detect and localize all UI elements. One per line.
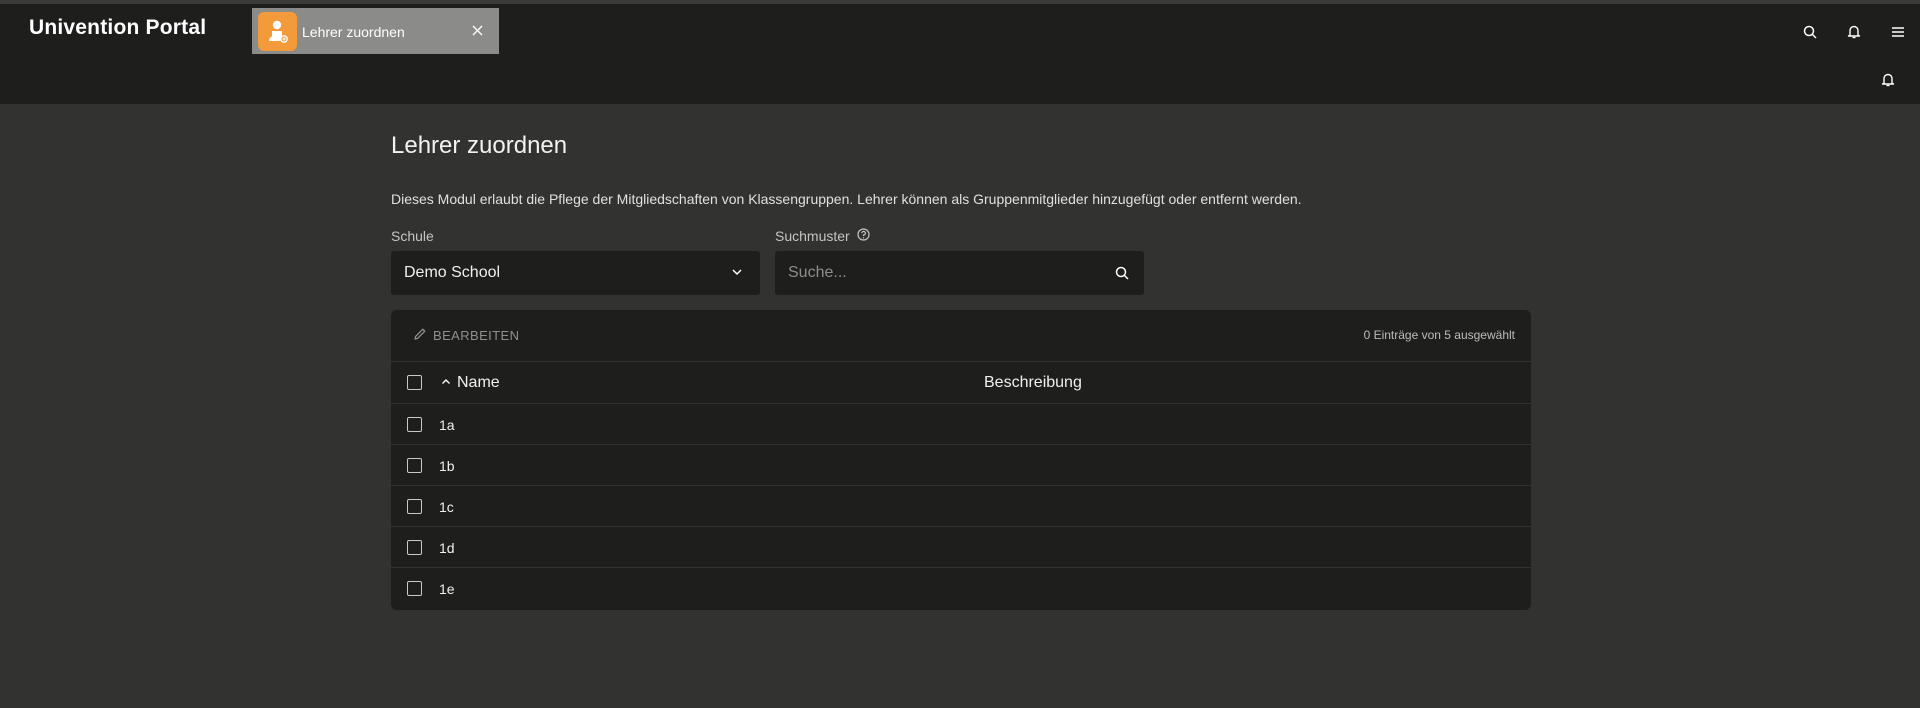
search-field xyxy=(775,251,1144,295)
search-icon[interactable] xyxy=(1788,10,1832,54)
menu-icon[interactable] xyxy=(1876,10,1920,54)
column-header-name-label: Name xyxy=(457,374,500,391)
search-icon[interactable] xyxy=(1112,263,1132,283)
edit-button[interactable]: BEARBEITEN xyxy=(413,327,519,344)
search-pattern-label-text: Suchmuster xyxy=(775,228,850,244)
column-header-name[interactable]: Name xyxy=(441,374,500,392)
row-checkbox[interactable] xyxy=(407,581,422,596)
table-row[interactable]: 1d xyxy=(391,527,1531,568)
row-checkbox[interactable] xyxy=(407,458,422,473)
class-grid: BEARBEITEN 0 Einträge von 5 ausgewählt N… xyxy=(391,310,1531,610)
school-select[interactable]: Demo School xyxy=(391,251,760,295)
school-label: Schule xyxy=(391,228,434,244)
teacher-assign-icon xyxy=(258,12,297,51)
row-checkbox[interactable] xyxy=(407,499,422,514)
table-row[interactable]: 1e xyxy=(391,568,1531,609)
grid-toolbar: BEARBEITEN 0 Einträge von 5 ausgewählt xyxy=(391,310,1531,362)
help-icon[interactable] xyxy=(857,228,870,244)
row-name: 1e xyxy=(439,581,455,597)
row-checkbox[interactable] xyxy=(407,417,422,432)
module-header-bar xyxy=(0,54,1920,104)
school-select-value: Demo School xyxy=(404,264,501,281)
row-name: 1b xyxy=(439,458,455,474)
column-header-description[interactable]: Beschreibung xyxy=(984,374,1082,392)
bell-icon[interactable] xyxy=(1876,67,1900,91)
portal-header: Univention Portal Lehrer zuordnen xyxy=(0,0,1920,58)
row-name: 1a xyxy=(439,417,455,433)
portal-title[interactable]: Univention Portal xyxy=(29,16,206,40)
tab-label: Lehrer zuordnen xyxy=(302,23,405,40)
table-row[interactable]: 1c xyxy=(391,486,1531,527)
row-name: 1d xyxy=(439,540,455,556)
close-icon[interactable] xyxy=(469,22,485,38)
row-name: 1c xyxy=(439,499,454,515)
bell-icon[interactable] xyxy=(1832,10,1876,54)
school-label-text: Schule xyxy=(391,228,434,244)
row-checkbox[interactable] xyxy=(407,540,422,555)
chevron-down-icon xyxy=(731,265,743,283)
table-row[interactable]: 1a xyxy=(391,404,1531,445)
search-pattern-label: Suchmuster xyxy=(775,228,870,244)
select-all-checkbox[interactable] xyxy=(407,375,422,390)
selection-status: 0 Einträge von 5 ausgewählt xyxy=(1363,328,1515,342)
pencil-icon xyxy=(413,327,427,344)
tab-lehrer-zuordnen[interactable]: Lehrer zuordnen xyxy=(252,8,499,55)
module-description: Dieses Modul erlaubt die Pflege der Mitg… xyxy=(391,191,1302,207)
edit-button-label: BEARBEITEN xyxy=(433,328,520,343)
search-input[interactable] xyxy=(775,251,1095,295)
page-title: Lehrer zuordnen xyxy=(391,132,568,159)
grid-header: Name Beschreibung xyxy=(391,362,1531,404)
chevron-up-icon xyxy=(441,374,451,392)
table-row[interactable]: 1b xyxy=(391,445,1531,486)
